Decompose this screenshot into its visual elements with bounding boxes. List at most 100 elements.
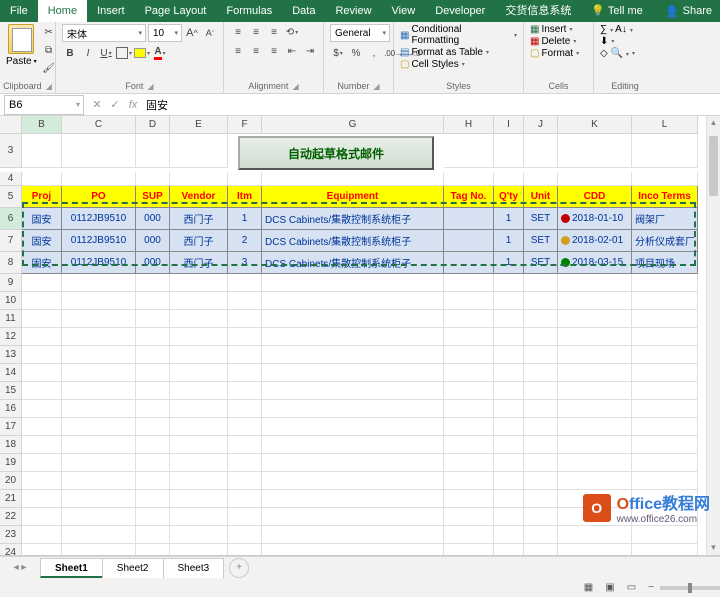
cell[interactable] xyxy=(632,544,698,556)
cell[interactable] xyxy=(494,472,524,490)
cell[interactable] xyxy=(22,418,62,436)
cell[interactable] xyxy=(494,508,524,526)
cell[interactable] xyxy=(228,490,262,508)
cell[interactable] xyxy=(444,436,494,454)
cell[interactable]: Tag No. xyxy=(444,186,494,208)
cell[interactable] xyxy=(558,472,632,490)
tab-developer[interactable]: Developer xyxy=(425,0,495,22)
cell[interactable]: 1 xyxy=(494,208,524,230)
cell[interactable] xyxy=(22,364,62,382)
cell[interactable] xyxy=(62,472,136,490)
cell[interactable] xyxy=(22,508,62,526)
cell[interactable] xyxy=(262,346,444,364)
cell[interactable] xyxy=(170,472,228,490)
increase-font-button[interactable]: A^ xyxy=(184,25,200,41)
cell[interactable] xyxy=(262,490,444,508)
cell[interactable] xyxy=(136,508,170,526)
cell[interactable] xyxy=(62,490,136,508)
cell[interactable] xyxy=(170,364,228,382)
cell[interactable] xyxy=(262,382,444,400)
cell[interactable] xyxy=(632,400,698,418)
cell[interactable] xyxy=(136,436,170,454)
cell[interactable] xyxy=(632,328,698,346)
cell[interactable] xyxy=(262,292,444,310)
cell[interactable]: G xyxy=(262,116,444,134)
cell[interactable] xyxy=(262,526,444,544)
cell[interactable] xyxy=(228,328,262,346)
align-top-button[interactable]: ≡ xyxy=(230,24,246,40)
cell[interactable] xyxy=(22,382,62,400)
cell[interactable] xyxy=(558,544,632,556)
auto-draft-email-button[interactable]: 自动起草格式邮件 xyxy=(238,136,434,170)
cell[interactable] xyxy=(170,346,228,364)
cell[interactable] xyxy=(170,490,228,508)
cell[interactable] xyxy=(444,252,494,274)
cell[interactable]: J xyxy=(524,116,558,134)
cell[interactable] xyxy=(524,310,558,328)
cell[interactable] xyxy=(444,346,494,364)
cell[interactable] xyxy=(524,172,558,186)
cell[interactable]: 7 xyxy=(0,230,22,252)
cell[interactable] xyxy=(632,172,698,186)
font-launcher[interactable]: ◢ xyxy=(147,82,153,91)
decrease-indent-button[interactable]: ⇤ xyxy=(284,43,300,59)
cell[interactable] xyxy=(494,172,524,186)
cell[interactable] xyxy=(136,418,170,436)
cell[interactable] xyxy=(444,418,494,436)
format-cells-button[interactable]: ▢ Format xyxy=(530,48,579,59)
cell[interactable] xyxy=(62,436,136,454)
cell[interactable] xyxy=(22,346,62,364)
cell[interactable] xyxy=(524,544,558,556)
cell[interactable] xyxy=(170,436,228,454)
cell[interactable]: SET xyxy=(524,208,558,230)
cell[interactable]: DCS Cabinets/集散控制系统柜子 xyxy=(262,230,444,252)
tab-home[interactable]: Home xyxy=(38,0,87,22)
cell[interactable]: Inco Terms xyxy=(632,186,698,208)
cell[interactable] xyxy=(170,418,228,436)
cell[interactable] xyxy=(170,172,228,186)
tab-custom[interactable]: 交货信息系统 xyxy=(495,0,581,22)
cell[interactable] xyxy=(444,490,494,508)
cell[interactable]: DCS Cabinets/集散控制系统柜子 xyxy=(262,208,444,230)
italic-button[interactable]: I xyxy=(80,45,96,61)
cell[interactable]: 16 xyxy=(0,400,22,418)
cell[interactable] xyxy=(632,508,698,526)
cell[interactable] xyxy=(62,328,136,346)
cell[interactable] xyxy=(136,454,170,472)
cell[interactable] xyxy=(228,418,262,436)
cell[interactable] xyxy=(444,400,494,418)
cell[interactable] xyxy=(262,364,444,382)
cell[interactable] xyxy=(632,526,698,544)
cell[interactable] xyxy=(524,400,558,418)
cell[interactable] xyxy=(62,310,136,328)
alignment-launcher[interactable]: ◢ xyxy=(292,82,298,91)
cell[interactable] xyxy=(228,508,262,526)
cell[interactable]: SUP xyxy=(136,186,170,208)
cell[interactable] xyxy=(228,436,262,454)
cell[interactable] xyxy=(524,436,558,454)
copy-button[interactable]: ⧉ xyxy=(41,42,57,58)
cell[interactable]: 9 xyxy=(0,274,22,292)
cell[interactable] xyxy=(62,418,136,436)
cell[interactable] xyxy=(262,508,444,526)
cell[interactable] xyxy=(262,274,444,292)
cell[interactable]: 000 xyxy=(136,208,170,230)
cell[interactable]: 1 xyxy=(494,230,524,252)
cell[interactable] xyxy=(228,454,262,472)
view-layout-button[interactable]: ▣ xyxy=(599,582,620,593)
cell[interactable]: 18 xyxy=(0,436,22,454)
tab-data[interactable]: Data xyxy=(282,0,325,22)
align-bottom-button[interactable]: ≡ xyxy=(266,24,282,40)
cell[interactable] xyxy=(444,230,494,252)
cell[interactable] xyxy=(136,526,170,544)
cell[interactable] xyxy=(558,400,632,418)
align-left-button[interactable]: ≡ xyxy=(230,43,246,59)
cell[interactable] xyxy=(494,328,524,346)
cell[interactable] xyxy=(632,472,698,490)
cell[interactable] xyxy=(494,418,524,436)
cell[interactable]: 0112JB9510 xyxy=(62,252,136,274)
tab-insert[interactable]: Insert xyxy=(87,0,135,22)
cell[interactable] xyxy=(444,526,494,544)
cell[interactable] xyxy=(62,544,136,556)
cell[interactable]: 西门子 xyxy=(170,252,228,274)
